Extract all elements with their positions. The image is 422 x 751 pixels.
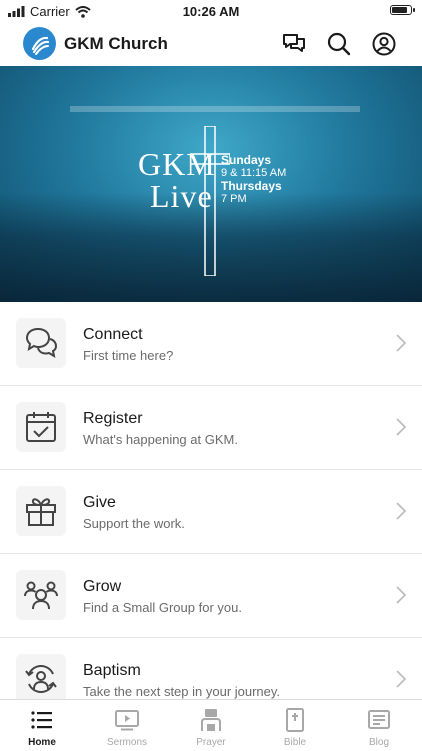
icon-box <box>16 402 66 452</box>
item-subtitle: Support the work. <box>83 516 185 531</box>
blog-icon <box>368 710 390 729</box>
item-title: Give <box>83 494 116 511</box>
stage-lights <box>70 106 360 112</box>
group-icon <box>24 581 58 610</box>
service-day-1: Sundays <box>221 153 272 167</box>
hero-brand-line2: Live <box>150 178 213 214</box>
service-time-2: 7 PM <box>221 193 247 205</box>
item-title: Baptism <box>83 662 141 679</box>
tab-label: Home <box>28 737 56 748</box>
video-icon <box>115 710 139 731</box>
item-subtitle: What's happening at GKM. <box>83 432 238 447</box>
calendar-check-icon <box>26 412 56 442</box>
chevron-right-icon <box>396 418 406 436</box>
list-item-grow[interactable]: Grow Find a Small Group for you. <box>0 554 422 638</box>
prayer-icon <box>201 709 221 731</box>
status-time: 10:26 AM <box>182 4 240 19</box>
search-icon[interactable] <box>326 31 352 57</box>
list-item-register[interactable]: Register What's happening at GKM. <box>0 386 422 470</box>
icon-box <box>16 318 66 368</box>
icon-box <box>16 486 66 536</box>
item-subtitle: First time here? <box>83 348 174 363</box>
chevron-right-icon <box>396 670 406 688</box>
tab-label: Bible <box>283 737 307 748</box>
bible-icon <box>286 708 304 732</box>
tab-prayer[interactable]: Prayer <box>169 700 253 751</box>
church-logo[interactable] <box>23 27 56 60</box>
chat-bubbles-icon <box>25 327 58 359</box>
profile-icon[interactable] <box>371 31 397 57</box>
chevron-right-icon <box>396 334 406 352</box>
list-item-connect[interactable]: Connect First time here? <box>0 302 422 386</box>
item-subtitle: Find a Small Group for you. <box>83 600 242 615</box>
messages-icon[interactable] <box>281 31 307 57</box>
item-title: Register <box>83 410 143 427</box>
item-title: Connect <box>83 326 143 343</box>
icon-box <box>16 570 66 620</box>
battery-icon <box>390 5 415 15</box>
service-day-2: Thursdays <box>221 179 282 193</box>
tab-label: Prayer <box>196 737 226 748</box>
status-bar: Carrier 10:26 AM <box>0 0 422 22</box>
logo-mark-icon <box>31 36 50 55</box>
tab-bar: Home Sermons Prayer Bible Blog <box>0 699 422 751</box>
baptism-icon <box>25 665 57 693</box>
hero-brand: GKM Live <box>138 148 216 212</box>
icon-box <box>16 654 66 704</box>
tab-label: Sermons <box>106 737 147 748</box>
service-times: Sundays 9 & 11:15 AM Thursdays 7 PM <box>221 154 286 206</box>
feature-list: Connect First time here? Register What's… <box>0 302 422 722</box>
tab-blog[interactable]: Blog <box>337 700 421 751</box>
hero-banner[interactable]: GKM Live Sundays 9 & 11:15 AM Thursdays … <box>0 66 422 302</box>
chevron-right-icon <box>396 502 406 520</box>
hero-brand-line1: GKM <box>138 146 216 182</box>
tab-bible[interactable]: Bible <box>253 700 337 751</box>
chevron-right-icon <box>396 586 406 604</box>
tab-label: Blog <box>368 737 389 748</box>
tab-home[interactable]: Home <box>0 700 84 751</box>
list-icon <box>31 711 52 729</box>
item-title: Grow <box>83 578 122 595</box>
gift-icon <box>26 498 56 526</box>
tab-sermons[interactable]: Sermons <box>85 700 169 751</box>
list-item-give[interactable]: Give Support the work. <box>0 470 422 554</box>
app-title: GKM Church <box>64 34 168 53</box>
item-subtitle: Take the next step in your journey. <box>83 684 281 699</box>
app-header: GKM Church <box>0 22 422 66</box>
